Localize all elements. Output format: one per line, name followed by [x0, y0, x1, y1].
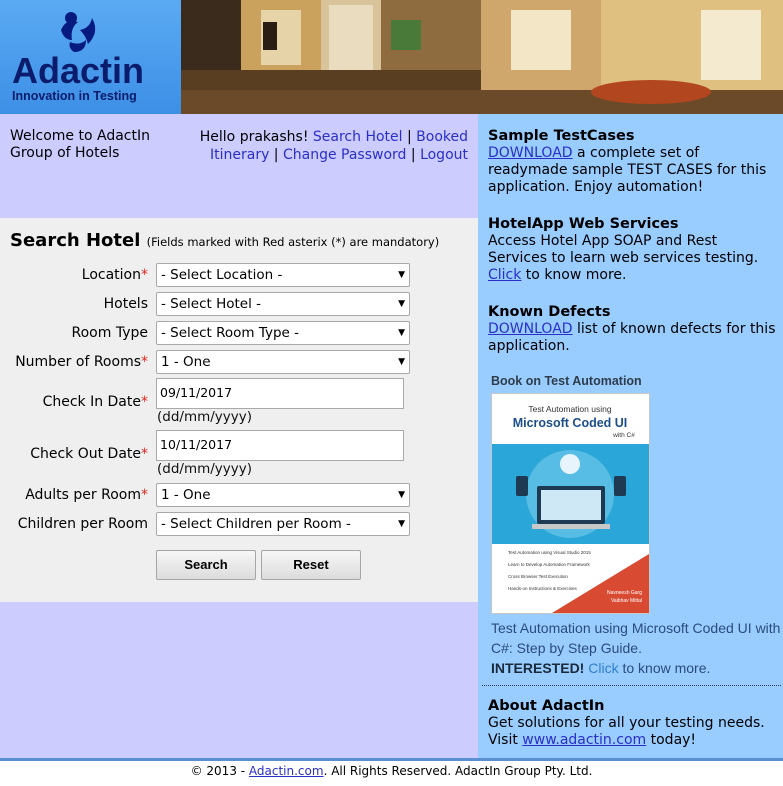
web-services-click-link[interactable]: Click — [488, 267, 521, 283]
book-interested: INTERESTED! — [491, 660, 585, 676]
logout-link[interactable]: Logout — [420, 147, 468, 163]
about-block: About AdactIn Get solutions for all your… — [488, 698, 778, 749]
adults-label: Adults per Room* — [25, 487, 148, 503]
hotels-label: Hotels — [103, 296, 148, 312]
footer-divider — [0, 758, 783, 761]
cover-point-1: Test Automation using Visual Studio 2015 — [508, 550, 591, 555]
footer-prefix: © 2013 - — [190, 764, 249, 778]
web-services-tail: to know more. — [521, 267, 627, 283]
room-type-label: Room Type — [71, 325, 148, 341]
adactin-website-link[interactable]: www.adactin.com — [522, 732, 646, 748]
welcome-panel: Welcome to AdactIn Group of Hotels Hello… — [0, 114, 478, 218]
about-title: About AdactIn — [488, 698, 605, 714]
search-hotel-link[interactable]: Search Hotel — [313, 129, 403, 145]
form-title-text: Search Hotel — [10, 230, 141, 251]
cover-author-1: Navneesh Garg — [607, 590, 642, 596]
room-type-select[interactable]: - Select Room Type - ▼ — [156, 321, 410, 345]
known-defects-block: Known Defects DOWNLOAD list of known def… — [488, 304, 778, 355]
cover-point-3: Cross Browser Test Execution — [508, 574, 568, 579]
web-services-title: HotelApp Web Services — [488, 216, 679, 232]
sidebar-divider — [482, 685, 781, 686]
web-services-text: Access Hotel App SOAP and Rest Services … — [488, 233, 759, 266]
logo: Adactin Innovation in Testing — [0, 0, 181, 114]
hotels-row: Hotels - Select Hotel - ▼ — [0, 292, 478, 316]
book-tail: to know more. — [618, 660, 711, 676]
footer: © 2013 - Adactin.com. All Rights Reserve… — [0, 764, 783, 778]
cover-top-text: Test Automation using — [528, 404, 611, 414]
cover-point-2: Learn to Develop Automation Framework — [508, 562, 591, 567]
mandatory-note: (Fields marked with Red asterix (*) are … — [146, 235, 440, 249]
cover-main-text: Microsoft Coded UI — [513, 416, 628, 430]
check-out-format-hint: (dd/mm/yyyy) — [157, 461, 253, 477]
dropdown-arrow-icon: ▼ — [398, 328, 405, 338]
lower-left-panel — [0, 602, 478, 758]
book-cover-image[interactable]: Test Automation using Microsoft Coded UI… — [491, 393, 650, 614]
header: Adactin Innovation in Testing — [0, 0, 783, 114]
location-row: Location* - Select Location - ▼ — [0, 263, 478, 287]
check-in-row: Check In Date* 09/11/2017 (dd/mm/yyyy) — [0, 378, 478, 425]
room-type-row: Room Type - Select Room Type - ▼ — [0, 321, 478, 345]
book-description: Test Automation using Microsoft Coded UI… — [491, 618, 781, 678]
dropdown-arrow-icon: ▼ — [398, 299, 405, 309]
location-select[interactable]: - Select Location - ▼ — [156, 263, 410, 287]
dropdown-arrow-icon: ▼ — [398, 519, 405, 529]
logo-brand: Adactin — [12, 50, 145, 91]
check-in-label: Check In Date* — [42, 394, 148, 410]
change-password-link[interactable]: Change Password — [283, 147, 406, 163]
check-out-input[interactable]: 10/11/2017 — [156, 430, 404, 461]
book-desc-text: Test Automation using Microsoft Coded UI… — [491, 620, 781, 656]
logo-swirl-icon — [61, 12, 96, 52]
about-text: Get solutions for all your testing needs… — [488, 715, 765, 731]
check-in-input[interactable]: 09/11/2017 — [156, 378, 404, 409]
check-out-row: Check Out Date* 10/11/2017 (dd/mm/yyyy) — [0, 430, 478, 477]
user-nav: Hello prakashs! Search Hotel | Booked It… — [199, 129, 468, 163]
adults-select[interactable]: 1 - One ▼ — [156, 483, 410, 507]
sample-testcases-title: Sample TestCases — [488, 128, 635, 144]
welcome-text: Welcome to AdactIn Group of Hotels — [10, 128, 150, 161]
children-select[interactable]: - Select Children per Room - ▼ — [156, 512, 410, 536]
dropdown-arrow-icon: ▼ — [398, 270, 405, 280]
rooms-row: Number of Rooms* 1 - One ▼ — [0, 350, 478, 374]
children-row: Children per Room - Select Children per … — [0, 512, 478, 536]
book-click-link[interactable]: Click — [588, 660, 618, 676]
footer-adactin-link[interactable]: Adactin.com — [249, 764, 324, 778]
greeting: Hello prakashs! — [199, 129, 309, 145]
sample-testcases-block: Sample TestCases DOWNLOAD a complete set… — [488, 128, 778, 196]
dropdown-arrow-icon: ▼ — [398, 490, 405, 500]
location-label: Location* — [81, 267, 148, 283]
cover-author-2: Vaibhav Mittal — [611, 598, 642, 604]
children-label: Children per Room — [17, 516, 148, 532]
about-visit: Visit — [488, 732, 523, 748]
reset-button[interactable]: Reset — [261, 550, 361, 580]
check-in-format-hint: (dd/mm/yyyy) — [157, 409, 253, 425]
hotels-select[interactable]: - Select Hotel - ▼ — [156, 292, 410, 316]
about-tail: today! — [646, 732, 697, 748]
cover-sub-text: with C# — [612, 432, 635, 439]
logo-tagline: Innovation in Testing — [12, 89, 137, 103]
sample-download-link[interactable]: DOWNLOAD — [488, 145, 573, 161]
rooms-label: Number of Rooms* — [15, 354, 148, 370]
cover-point-4: Hands-on Instructions & Exercises — [508, 586, 578, 591]
check-out-label: Check Out Date* — [30, 446, 148, 462]
known-defects-title: Known Defects — [488, 304, 611, 320]
form-title: Search Hotel (Fields marked with Red ast… — [10, 230, 439, 251]
footer-suffix: . All Rights Reserved. AdactIn Group Pty… — [323, 764, 593, 778]
web-services-block: HotelApp Web Services Access Hotel App S… — [488, 216, 778, 284]
defects-download-link[interactable]: DOWNLOAD — [488, 321, 573, 337]
rooms-select[interactable]: 1 - One ▼ — [156, 350, 410, 374]
adults-row: Adults per Room* 1 - One ▼ — [0, 483, 478, 507]
search-button[interactable]: Search — [156, 550, 256, 580]
right-sidebar: Sample TestCases DOWNLOAD a complete set… — [478, 114, 783, 758]
book-title: Book on Test Automation — [491, 374, 642, 388]
dropdown-arrow-icon: ▼ — [398, 357, 405, 367]
hotel-lobby-banner-image — [181, 0, 783, 114]
